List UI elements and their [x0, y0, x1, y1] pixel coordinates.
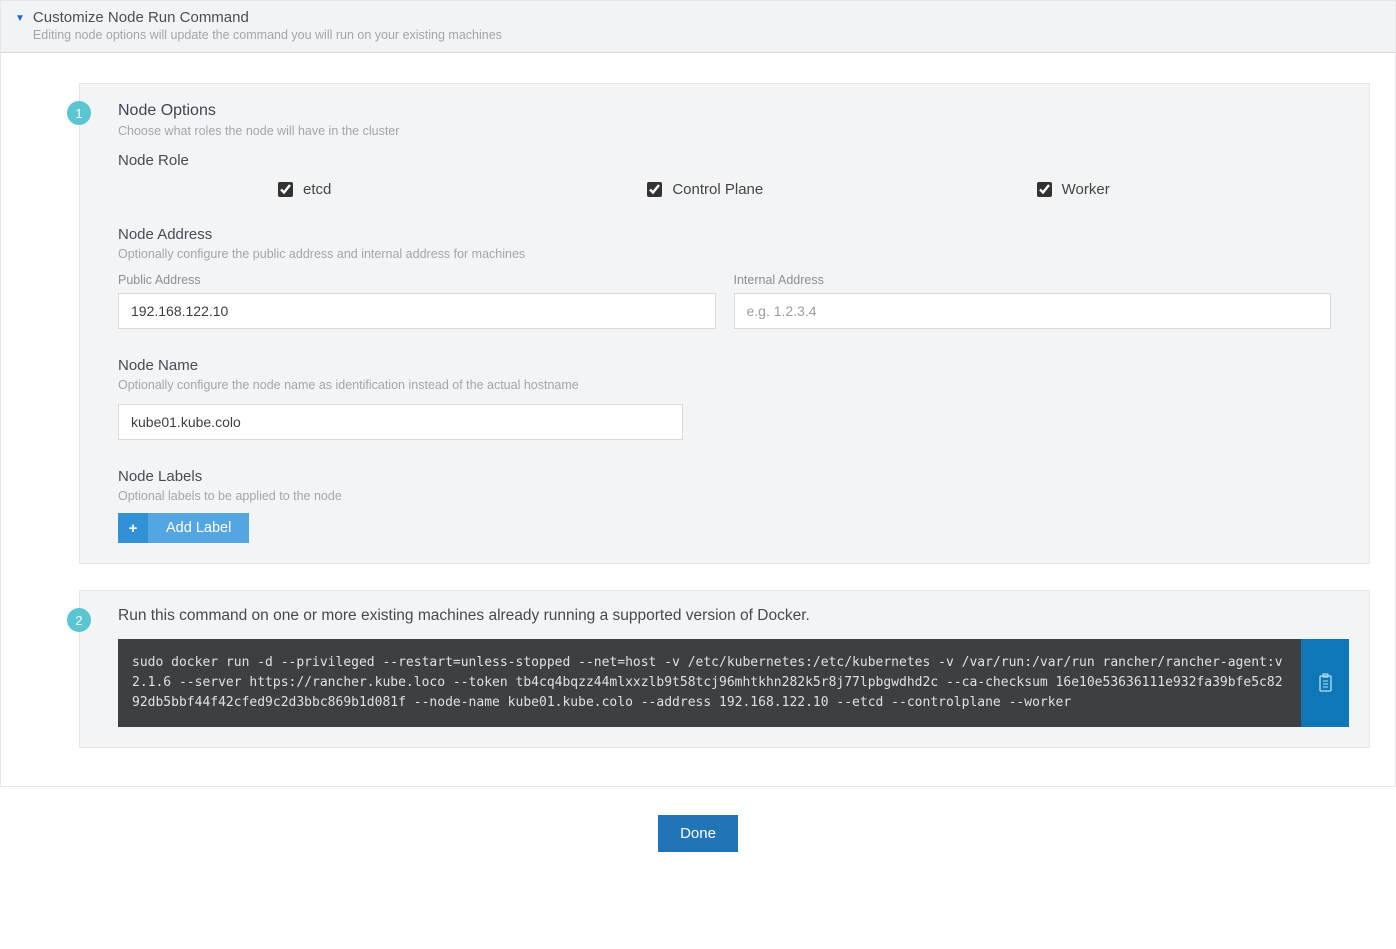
step-2-badge: 2	[67, 608, 91, 632]
node-name-heading: Node Name	[118, 357, 1331, 374]
footer: Done	[0, 815, 1396, 882]
main-panel: 1 Node Options Choose what roles the nod…	[0, 53, 1396, 787]
step-2-title: Run this command on one or more existing…	[118, 607, 1349, 625]
step-1: 1 Node Options Choose what roles the nod…	[79, 83, 1370, 564]
role-worker-checkbox[interactable]	[1037, 182, 1052, 197]
header-subtitle: Editing node options will update the com…	[33, 28, 502, 42]
done-button[interactable]: Done	[658, 815, 738, 852]
node-name-input[interactable]	[118, 404, 683, 440]
node-role-heading: Node Role	[118, 152, 1331, 169]
node-options-title: Node Options	[118, 102, 1331, 120]
copy-command-button[interactable]	[1301, 639, 1349, 727]
node-address-heading: Node Address	[118, 226, 1331, 243]
role-worker-label: Worker	[1062, 181, 1110, 198]
role-etcd-checkbox[interactable]	[278, 182, 293, 197]
node-role-row: etcd Control Plane Worker	[118, 181, 1331, 198]
expand-toggle-icon[interactable]: ▼	[15, 13, 25, 24]
header-title: Customize Node Run Command	[33, 9, 502, 26]
public-address-input[interactable]	[118, 293, 716, 329]
address-row: Public Address Internal Address	[118, 273, 1331, 329]
command-container: sudo docker run -d --privileged --restar…	[118, 639, 1349, 727]
clipboard-icon	[1316, 673, 1334, 693]
public-address-label: Public Address	[118, 273, 716, 287]
header-text-block: Customize Node Run Command Editing node …	[33, 9, 502, 42]
internal-address-label: Internal Address	[734, 273, 1332, 287]
node-address-subtitle: Optionally configure the public address …	[118, 247, 1331, 261]
public-address-col: Public Address	[118, 273, 716, 329]
plus-icon: +	[118, 513, 148, 543]
step-1-body: Node Options Choose what roles the node …	[79, 83, 1370, 564]
node-name-subtitle: Optionally configure the node name as id…	[118, 378, 1331, 392]
node-options-subtitle: Choose what roles the node will have in …	[118, 124, 1331, 138]
role-control-plane[interactable]: Control Plane	[572, 181, 941, 198]
internal-address-col: Internal Address	[734, 273, 1332, 329]
role-etcd-label: etcd	[303, 181, 331, 198]
role-worker[interactable]: Worker	[942, 181, 1331, 198]
step-1-badge: 1	[67, 101, 91, 125]
node-labels-subtitle: Optional labels to be applied to the nod…	[118, 489, 1331, 503]
add-label-button-text: Add Label	[148, 513, 249, 543]
role-control-plane-label: Control Plane	[672, 181, 763, 198]
add-label-button[interactable]: + Add Label	[118, 513, 249, 543]
role-control-plane-checkbox[interactable]	[647, 182, 662, 197]
step-2-body: Run this command on one or more existing…	[79, 590, 1370, 748]
internal-address-input[interactable]	[734, 293, 1332, 329]
step-2: 2 Run this command on one or more existi…	[79, 590, 1370, 748]
command-text[interactable]: sudo docker run -d --privileged --restar…	[118, 639, 1301, 727]
role-etcd[interactable]: etcd	[118, 181, 572, 198]
node-labels-heading: Node Labels	[118, 468, 1331, 485]
collapsible-header[interactable]: ▼ Customize Node Run Command Editing nod…	[0, 0, 1396, 53]
